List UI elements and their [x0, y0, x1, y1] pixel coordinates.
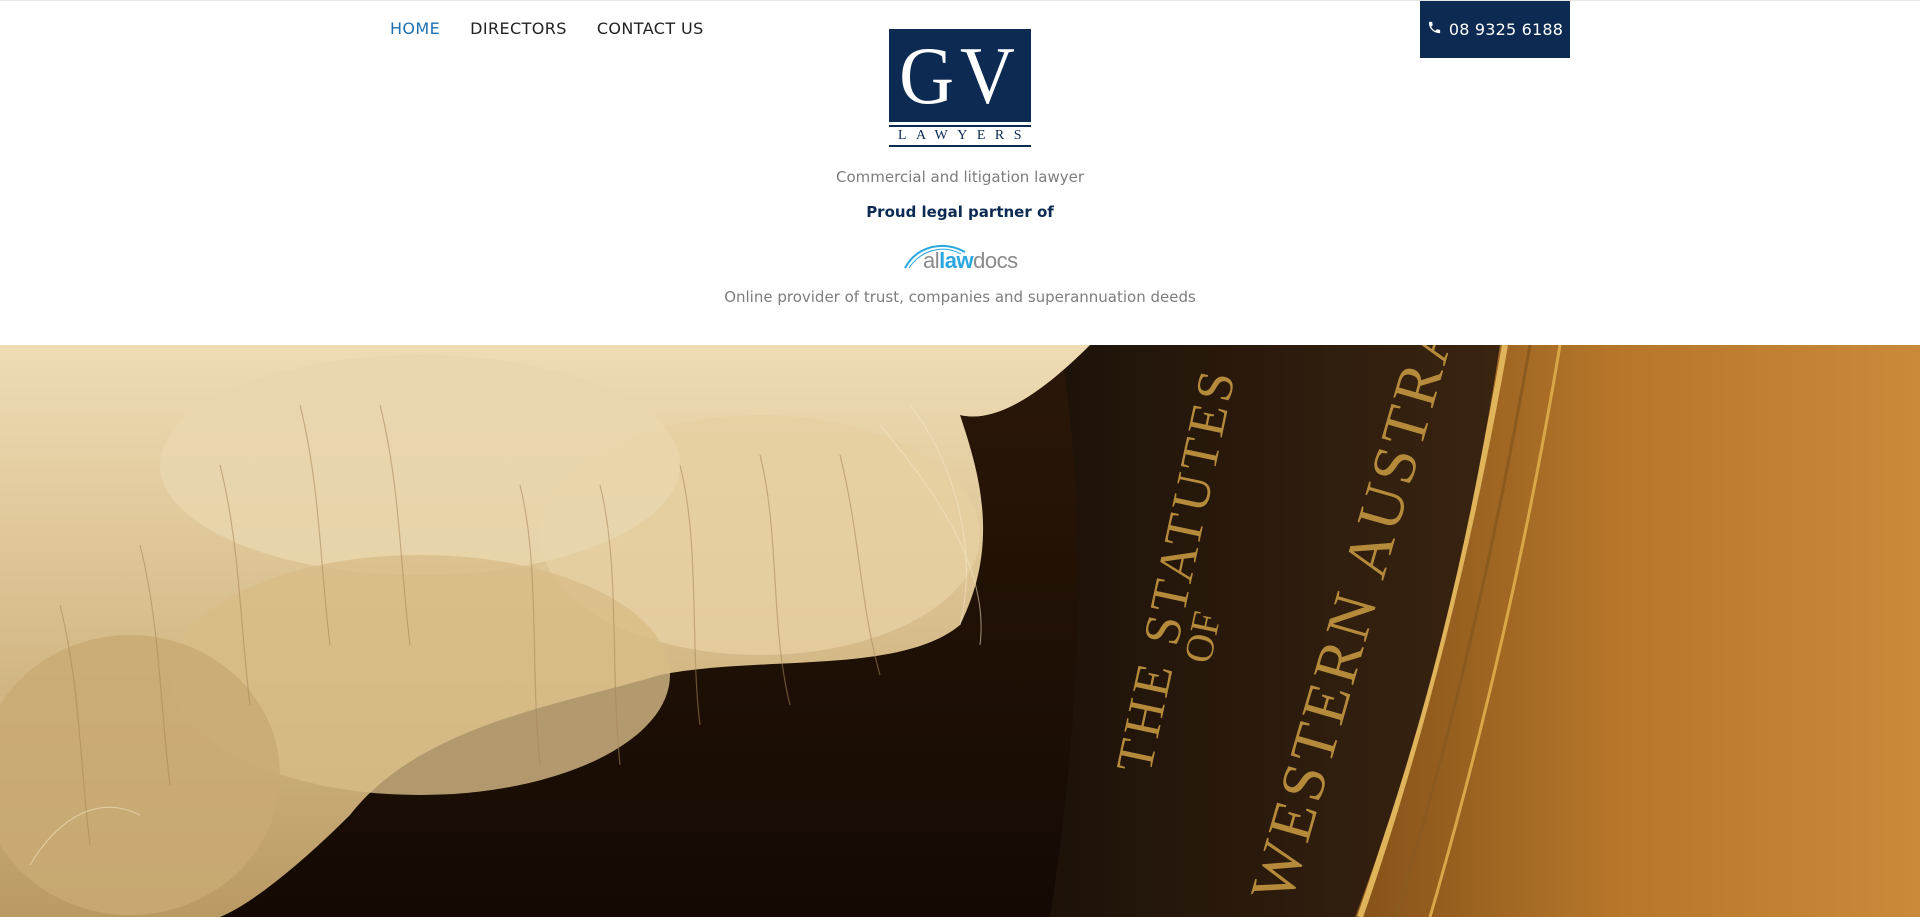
allawdocs-wordmark: allawdocs	[923, 248, 1018, 273]
top-border	[0, 0, 1920, 1]
allawdocs-logo[interactable]: allawdocs	[903, 236, 1021, 274]
phone-icon	[1427, 20, 1442, 40]
tagline: Commercial and litigation lawyer	[836, 168, 1084, 186]
partner-heading: Proud legal partner of	[866, 203, 1054, 221]
phone-button[interactable]: 08 9325 6188	[1420, 1, 1570, 58]
hero-image: THE STATUTES OF WESTERN AUSTRALIA	[0, 345, 1920, 917]
nav-directors[interactable]: DIRECTORS	[470, 19, 567, 39]
main-nav: HOME DIRECTORS CONTACT US	[390, 19, 704, 39]
logo-box: GV	[889, 29, 1031, 122]
logo-rule-bottom	[889, 145, 1031, 147]
nav-contact-us[interactable]: CONTACT US	[597, 19, 704, 39]
logo-word: LAWYERS	[898, 128, 1032, 143]
logo-initials: GV	[899, 30, 1021, 121]
partner-description: Online provider of trust, companies and …	[724, 288, 1196, 306]
gv-lawyers-logo[interactable]: GV LAWYERS	[889, 29, 1031, 150]
phone-number: 08 9325 6188	[1448, 20, 1564, 39]
wig-and-book-illustration: THE STATUTES OF WESTERN AUSTRALIA	[0, 345, 1920, 917]
nav-home[interactable]: HOME	[390, 19, 440, 39]
